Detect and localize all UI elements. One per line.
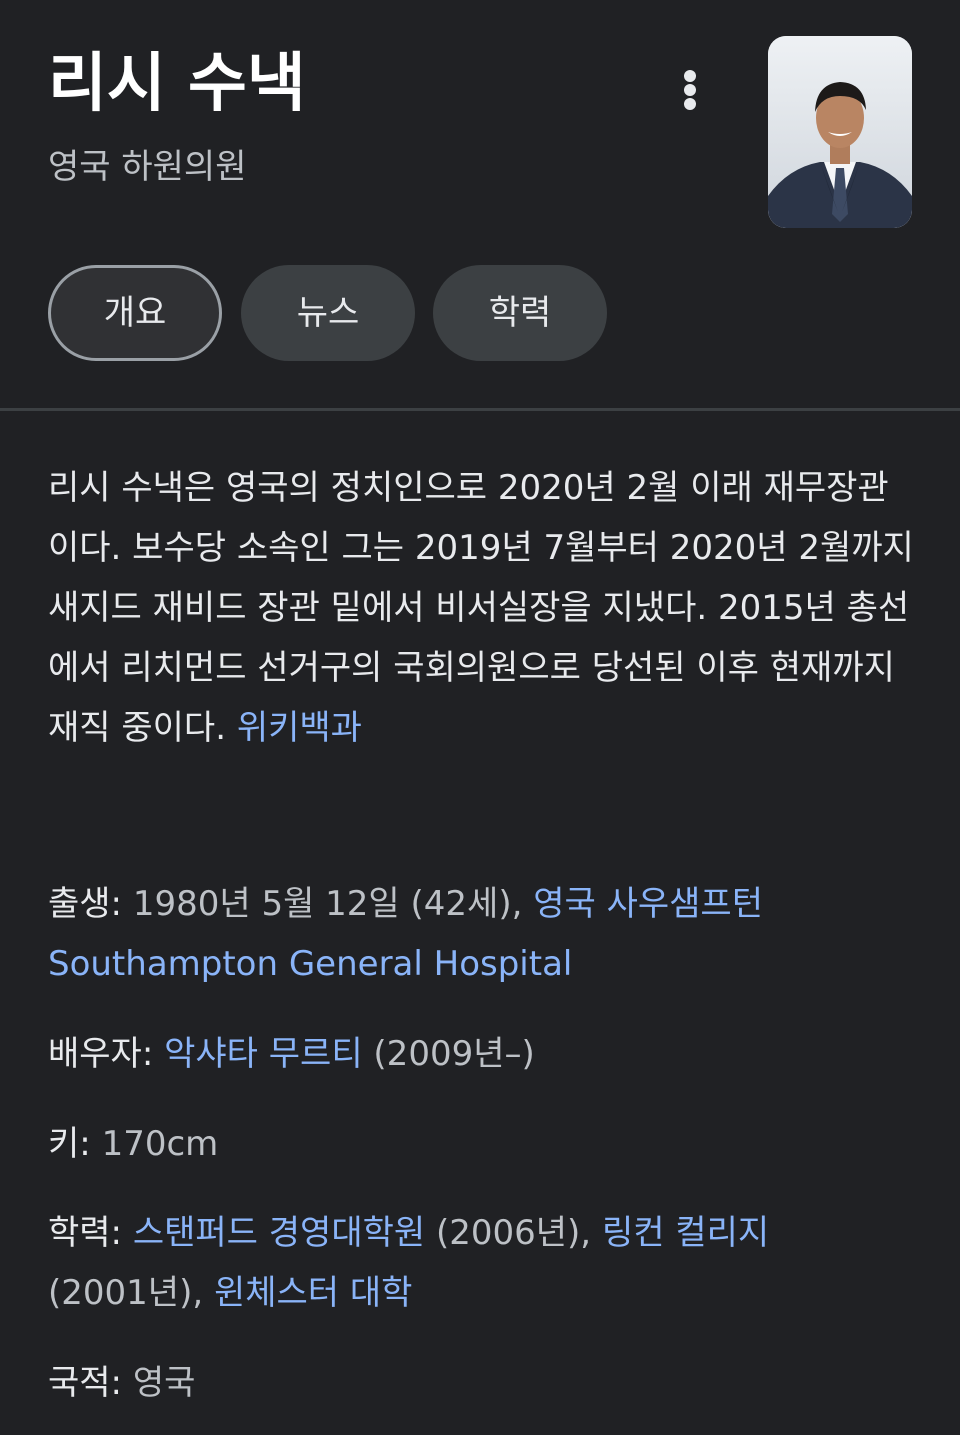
fact-nationality: 국적: 영국 <box>48 1353 918 1413</box>
entity-title: 리시 수낵 <box>48 47 306 121</box>
tab-overview[interactable]: 개요 <box>48 265 222 361</box>
fact-spouse: 배우자: 악샤타 무르티 (2009년–) <box>48 1024 918 1084</box>
section-divider <box>0 408 960 411</box>
tab-education[interactable]: 학력 <box>433 265 607 361</box>
fact-height-label: 키: <box>48 1124 91 1164</box>
fact-birth: 출생: 1980년 5월 12일 (42세), 영국 사우샘프턴 Southamp… <box>48 874 918 994</box>
more-vert-icon[interactable] <box>660 60 720 120</box>
description-text: 리시 수낵은 영국의 정치인으로 2020년 2월 이래 재무장관이다. 보수당… <box>48 468 914 748</box>
school-lincoln-link[interactable]: 링컨 컬리지 <box>602 1213 769 1253</box>
school-stanford-year: (2006년), <box>435 1213 592 1253</box>
tab-news[interactable]: 뉴스 <box>241 265 415 361</box>
school-lincoln-year: (2001년), <box>48 1273 204 1313</box>
wikipedia-link[interactable]: 위키백과 <box>237 708 362 748</box>
fact-education-label: 학력: <box>48 1213 123 1253</box>
school-stanford-link[interactable]: 스탠퍼드 경영대학원 <box>133 1213 425 1253</box>
hospital-link[interactable]: Southampton General Hospital <box>48 944 572 984</box>
entity-subtitle: 영국 하원의원 <box>48 147 247 187</box>
spouse-link[interactable]: 악샤타 무르티 <box>164 1034 363 1074</box>
fact-height-value: 170cm <box>101 1124 219 1164</box>
entity-description: 리시 수낵은 영국의 정치인으로 2020년 2월 이래 재무장관이다. 보수당… <box>48 458 918 758</box>
school-winchester-link[interactable]: 윈체스터 대학 <box>214 1273 413 1313</box>
fact-spouse-years: (2009년–) <box>373 1034 535 1074</box>
entity-photo[interactable] <box>768 36 912 228</box>
fact-height: 키: 170cm <box>48 1114 918 1174</box>
fact-nationality-label: 국적: <box>48 1363 123 1403</box>
knowledge-panel-header: 리시 수낵 영국 하원의원 개요 뉴스 학력 <box>0 0 960 410</box>
fact-birth-label: 출생: <box>48 884 123 924</box>
fact-spouse-label: 배우자: <box>48 1034 154 1074</box>
fact-education: 학력: 스탠퍼드 경영대학원 (2006년), 링컨 컬리지 (2001년), 윈… <box>48 1203 918 1323</box>
portrait-image <box>768 36 912 228</box>
fact-nationality-value: 영국 <box>132 1363 196 1403</box>
fact-birth-value: 1980년 5월 12일 (42세), <box>132 884 523 924</box>
birthplace-link[interactable]: 영국 사우샘프턴 <box>533 884 763 924</box>
